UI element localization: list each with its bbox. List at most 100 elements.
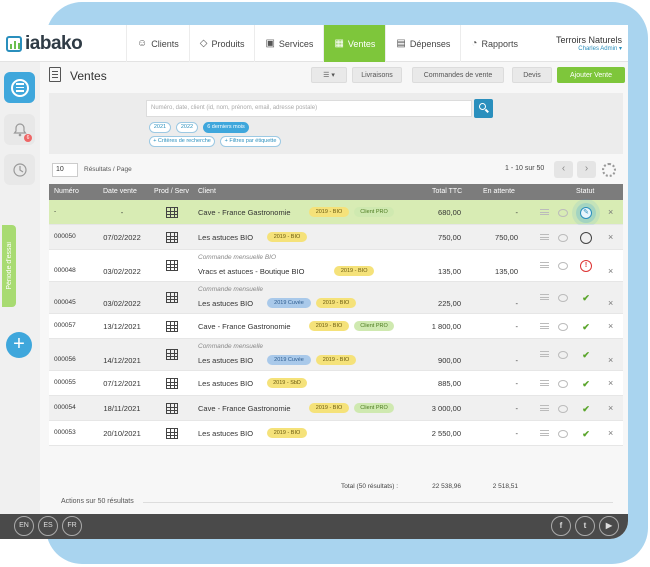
lang-fr[interactable]: FR: [62, 516, 82, 536]
delete-icon[interactable]: ×: [608, 232, 613, 242]
client-name[interactable]: Les astuces BIO: [198, 299, 253, 308]
client-name[interactable]: Les astuces BIO: [198, 429, 253, 438]
add-sale-button[interactable]: Ajouter Vente: [557, 67, 625, 83]
clock-icon[interactable]: [580, 232, 592, 244]
table-row[interactable]: 000050 07/02/2022 Les astuces BIO 2019 - BI…: [49, 225, 623, 250]
details-icon[interactable]: [540, 234, 549, 241]
comment-icon[interactable]: [558, 209, 568, 217]
col-client[interactable]: Client: [198, 188, 216, 195]
details-icon[interactable]: [540, 209, 549, 216]
table-row[interactable]: 000056 14/12/2021 Commande mensuelle Les as…: [49, 339, 623, 371]
twitter-icon[interactable]: t: [575, 516, 595, 536]
details-icon[interactable]: [540, 294, 549, 301]
add-search-criteria[interactable]: + Critères de recherche: [149, 136, 215, 147]
history-button[interactable]: [4, 154, 35, 185]
sale-number[interactable]: 000056: [54, 356, 76, 363]
youtube-icon[interactable]: ▶: [599, 516, 619, 536]
products-services-icon[interactable]: [166, 292, 178, 303]
client-name[interactable]: Cave - France Gastronomie: [198, 404, 291, 413]
alert-icon[interactable]: !: [580, 260, 592, 272]
sale-number[interactable]: 000050: [54, 233, 76, 240]
col-numero[interactable]: Numéro: [54, 188, 79, 195]
trial-period-tab[interactable]: Période d'essai: [2, 225, 16, 307]
nav-item-produits[interactable]: ◇ Produits: [188, 25, 255, 62]
details-icon[interactable]: [540, 323, 549, 330]
delete-icon[interactable]: ×: [608, 378, 613, 388]
table-row[interactable]: - - Cave - France Gastronomie 2019 - BIO Cli…: [49, 200, 623, 225]
details-icon[interactable]: [540, 380, 549, 387]
sale-number[interactable]: 000048: [54, 267, 76, 274]
comment-icon[interactable]: [558, 234, 568, 242]
products-services-icon[interactable]: [166, 428, 178, 439]
paid-check-icon[interactable]: ✔: [580, 292, 592, 304]
livraisons-button[interactable]: Livraisons: [352, 67, 402, 83]
sale-number[interactable]: -: [54, 208, 56, 215]
sale-number[interactable]: 000057: [54, 322, 76, 329]
commandes-de-vente-button[interactable]: Commandes de vente: [412, 67, 504, 83]
table-row[interactable]: 000045 03/02/2022 Commande mensuelle Les as…: [49, 282, 623, 314]
account-menu[interactable]: Terroirs Naturels Charles Admin ▾: [556, 35, 622, 52]
comment-icon[interactable]: [558, 351, 568, 359]
facebook-icon[interactable]: f: [551, 516, 571, 536]
delete-icon[interactable]: ×: [608, 298, 613, 308]
nav-item-clients[interactable]: ☺ Clients: [126, 25, 189, 62]
edit-icon[interactable]: ✎: [580, 207, 592, 219]
client-name[interactable]: Les astuces BIO: [198, 379, 253, 388]
notifications-button[interactable]: 6: [4, 114, 35, 145]
client-name[interactable]: Vracs et astuces - Boutique BIO: [198, 267, 304, 276]
sale-number[interactable]: 000055: [54, 379, 76, 386]
delete-icon[interactable]: ×: [608, 428, 613, 438]
search-input[interactable]: Numéro, date, client (id, nom, prénom, e…: [146, 100, 472, 117]
products-services-icon[interactable]: [166, 232, 178, 243]
lang-es[interactable]: ES: [38, 516, 58, 536]
products-services-icon[interactable]: [166, 321, 178, 332]
comment-icon[interactable]: [558, 380, 568, 388]
paid-check-icon[interactable]: ✔: [580, 321, 592, 333]
col-prod-serv[interactable]: Prod / Serv: [154, 188, 189, 195]
view-options-button[interactable]: ☰ ▾: [311, 67, 347, 83]
brand-logo[interactable]: iabako: [6, 33, 83, 55]
sale-number[interactable]: 000054: [54, 404, 76, 411]
products-services-icon[interactable]: [166, 207, 178, 218]
table-row[interactable]: 000048 03/02/2022 Commande mensuelle BIO Vr…: [49, 250, 623, 282]
results-per-page-select[interactable]: 10: [52, 163, 78, 177]
col-date[interactable]: Date vente: [103, 188, 137, 195]
comment-icon[interactable]: [558, 405, 568, 413]
delete-icon[interactable]: ×: [608, 207, 613, 217]
delete-icon[interactable]: ×: [608, 266, 613, 276]
sale-number[interactable]: 000053: [54, 429, 76, 436]
products-services-icon[interactable]: [166, 349, 178, 360]
client-name[interactable]: Cave - France Gastronomie: [198, 322, 291, 331]
menu-button[interactable]: [4, 72, 35, 103]
paid-check-icon[interactable]: ✔: [580, 378, 592, 390]
details-icon[interactable]: [540, 430, 549, 437]
products-services-icon[interactable]: [166, 378, 178, 389]
client-name[interactable]: Les astuces BIO: [198, 356, 253, 365]
table-row[interactable]: 000053 20/10/2021 Les astuces BIO 2019 - BI…: [49, 421, 623, 446]
prev-page-button[interactable]: ‹: [554, 161, 573, 178]
paid-check-icon[interactable]: ✔: [580, 428, 592, 440]
quick-add-button[interactable]: +: [6, 332, 32, 358]
lang-en[interactable]: EN: [14, 516, 34, 536]
products-services-icon[interactable]: [166, 403, 178, 414]
chip-year-2021[interactable]: 2021: [149, 122, 171, 133]
client-name[interactable]: Les astuces BIO: [198, 233, 253, 242]
comment-icon[interactable]: [558, 262, 568, 270]
gear-icon[interactable]: [602, 163, 616, 177]
devis-button[interactable]: Devis: [512, 67, 552, 83]
products-services-icon[interactable]: [166, 260, 178, 271]
details-icon[interactable]: [540, 262, 549, 269]
comment-icon[interactable]: [558, 430, 568, 438]
delete-icon[interactable]: ×: [608, 321, 613, 331]
comment-icon[interactable]: [558, 294, 568, 302]
nav-item-ventes[interactable]: ▦ Ventes: [323, 25, 386, 62]
delete-icon[interactable]: ×: [608, 403, 613, 413]
delete-icon[interactable]: ×: [608, 355, 613, 365]
col-total-ttc[interactable]: Total TTC: [432, 188, 462, 195]
paid-check-icon[interactable]: ✔: [580, 349, 592, 361]
table-row[interactable]: 000055 07/12/2021 Les astuces BIO 2019 - Sb…: [49, 371, 623, 396]
next-page-button[interactable]: ›: [577, 161, 596, 178]
search-button[interactable]: [474, 99, 493, 118]
col-statut[interactable]: Statut: [576, 188, 594, 195]
table-row[interactable]: 000057 13/12/2021 Cave - France Gastronomi…: [49, 314, 623, 339]
